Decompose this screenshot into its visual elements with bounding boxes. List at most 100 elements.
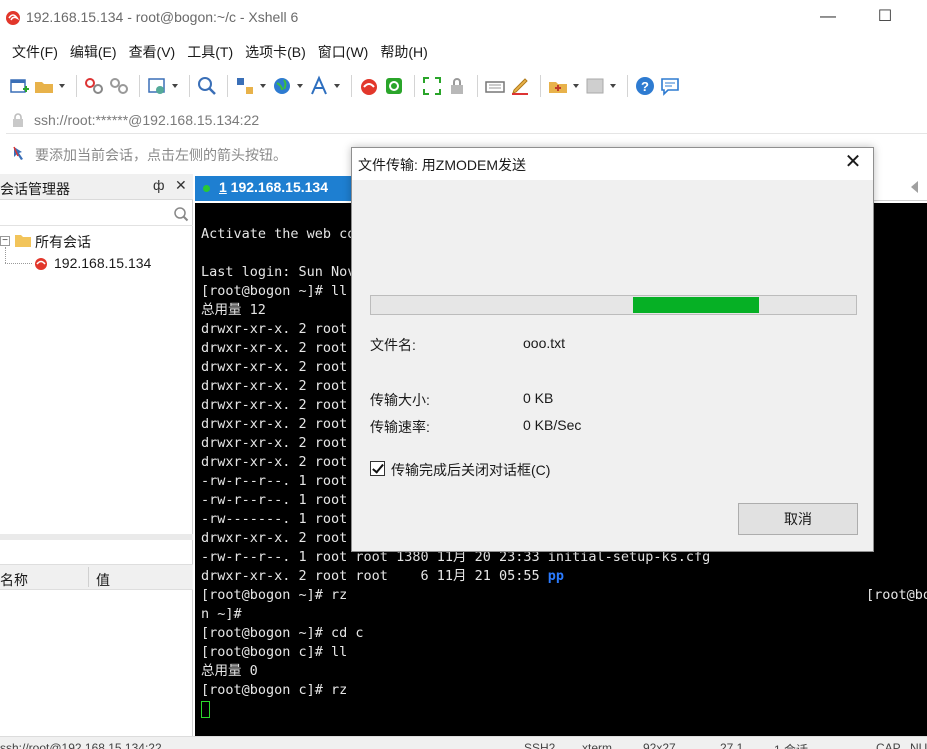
toolbar: ? bbox=[0, 68, 927, 104]
session-manager-header: 会话管理器 ф ✕ bbox=[0, 174, 193, 200]
help-icon[interactable]: ? bbox=[634, 75, 656, 97]
toolbar-separator bbox=[189, 75, 190, 97]
new-tab-icon[interactable] bbox=[547, 75, 569, 97]
terminal-line: -rw-r--r--. 1 root bbox=[201, 492, 348, 508]
session-search-row bbox=[0, 202, 193, 226]
window-title: 192.168.15.134 - root@bogon:~/c - Xshell… bbox=[26, 9, 299, 25]
terminal-line: drwxr-xr-x. 2 root bbox=[201, 416, 348, 432]
menu-window[interactable]: 窗口(W) bbox=[312, 42, 375, 62]
tab-session-1[interactable]: 1 192.168.15.134 bbox=[195, 176, 353, 201]
session-icon bbox=[35, 258, 47, 270]
add-session-arrow-icon[interactable] bbox=[12, 145, 28, 161]
globe-dropdown-arrow-icon[interactable] bbox=[296, 75, 304, 97]
dialog-close-button[interactable]: ✕ bbox=[842, 151, 864, 173]
address-lock-icon bbox=[13, 113, 23, 127]
terminal-line: -rw-------. 1 root bbox=[201, 511, 348, 527]
menu-file[interactable]: 文件(F) bbox=[6, 42, 64, 62]
hint-text: 要添加当前会话，点击左侧的箭头按钮。 bbox=[35, 147, 287, 163]
tab-label: 1 192.168.15.134 bbox=[219, 179, 329, 195]
highlight-icon[interactable] bbox=[509, 75, 531, 97]
terminal-line: -rw-r--r--. 1 root bbox=[201, 473, 348, 489]
terminal-line: Activate the web co bbox=[201, 226, 356, 242]
svg-text:?: ? bbox=[641, 79, 649, 94]
terminal-line: [root@bogon ~]# cd c bbox=[201, 625, 364, 641]
filename-value: ooo.txt bbox=[523, 335, 566, 351]
directory-name: pp bbox=[547, 568, 565, 584]
maximize-button[interactable]: ☐ bbox=[872, 6, 898, 28]
terminal-line: drwxr-xr-x. 2 root bbox=[201, 321, 348, 337]
terminal-line: Last login: Sun Nov bbox=[201, 264, 356, 280]
new-tab-dropdown-arrow-icon[interactable] bbox=[572, 75, 580, 97]
lock-icon[interactable] bbox=[446, 75, 468, 97]
xftp-icon[interactable] bbox=[358, 75, 380, 97]
tab-scroll-left-icon[interactable] bbox=[911, 181, 918, 193]
pin-icon[interactable]: ф bbox=[153, 177, 165, 193]
terminal-line: drwxr-xr-x. 2 root bbox=[201, 378, 348, 394]
terminal-line: drwxr-xr-x. 2 root bbox=[201, 340, 348, 356]
filename-label: 文件名: bbox=[370, 337, 416, 353]
toolbar-separator bbox=[477, 75, 478, 97]
menu-view[interactable]: 查看(V) bbox=[123, 42, 182, 62]
session-label: 192.168.15.134 bbox=[54, 255, 152, 271]
toolbar-separator bbox=[351, 75, 352, 97]
terminal-cursor bbox=[201, 701, 210, 718]
search-icon[interactable] bbox=[173, 206, 189, 222]
xshell-logo-icon bbox=[6, 11, 20, 25]
rate-label: 传输速率: bbox=[370, 419, 430, 435]
terminal-line: drwxr-xr-x. 2 root bbox=[201, 397, 348, 413]
disconnect-icon[interactable] bbox=[108, 75, 130, 97]
panel-splitter[interactable] bbox=[0, 534, 193, 540]
address-text: ssh://root:******@192.168.15.134:22 bbox=[34, 112, 260, 128]
layout-icon[interactable] bbox=[584, 75, 606, 97]
properties-dropdown-arrow-icon[interactable] bbox=[171, 75, 179, 97]
tree-expander[interactable]: − bbox=[0, 236, 10, 246]
column-divider[interactable] bbox=[88, 567, 89, 587]
new-session-icon[interactable] bbox=[8, 75, 30, 97]
keyboard-icon[interactable] bbox=[484, 75, 506, 97]
menu-help[interactable]: 帮助(H) bbox=[374, 42, 433, 62]
xmanager-icon[interactable] bbox=[383, 75, 405, 97]
terminal-line: [root@bogon c]# ll bbox=[201, 644, 348, 660]
toolbar-separator bbox=[414, 75, 415, 97]
menu-tools[interactable]: 工具(T) bbox=[181, 42, 239, 62]
layout-dropdown-arrow-icon[interactable] bbox=[609, 75, 617, 97]
column-name-header[interactable]: 名称 bbox=[0, 570, 28, 590]
folder-icon bbox=[15, 235, 31, 247]
tree-connector bbox=[5, 263, 32, 264]
font-dropdown-arrow-icon[interactable] bbox=[333, 75, 341, 97]
status-protocol: SSH2 bbox=[524, 741, 556, 749]
fullscreen-icon[interactable] bbox=[421, 75, 443, 97]
terminal-wrapped-fragment: [root@bo bbox=[866, 587, 927, 603]
cancel-button[interactable]: 取消 bbox=[738, 503, 858, 535]
session-search-input[interactable] bbox=[0, 204, 168, 224]
find-icon[interactable] bbox=[196, 75, 218, 97]
properties-icon[interactable] bbox=[146, 75, 168, 97]
transfer-dropdown-arrow-icon[interactable] bbox=[259, 75, 267, 97]
open-folder-icon[interactable] bbox=[33, 75, 55, 97]
globe-icon[interactable] bbox=[271, 75, 293, 97]
chat-icon[interactable] bbox=[659, 75, 681, 97]
terminal-line: drwxr-xr-x. 2 root bbox=[201, 454, 348, 470]
transfer-icon[interactable] bbox=[234, 75, 256, 97]
menu-edit[interactable]: 编辑(E) bbox=[64, 42, 123, 62]
toolbar-separator bbox=[76, 75, 77, 97]
open-dropdown-arrow-icon[interactable] bbox=[58, 75, 66, 97]
font-icon[interactable] bbox=[308, 75, 330, 97]
close-on-finish-label[interactable]: 传输完成后关闭对话框(C) bbox=[391, 460, 550, 480]
toolbar-separator bbox=[540, 75, 541, 97]
column-value-header[interactable]: 值 bbox=[96, 570, 110, 590]
address-bar[interactable]: ssh://root:******@192.168.15.134:22 bbox=[6, 106, 927, 134]
terminal-line: drwxr-xr-x. 2 root bbox=[201, 359, 348, 375]
properties-header: 名称 值 bbox=[0, 564, 193, 590]
zmodem-transfer-dialog: 文件传输: 用ZMODEM发送 ✕ 文件名: ooo.txt 传输大小: 0 K… bbox=[351, 147, 874, 552]
tree-folder-label: 所有会话 bbox=[35, 234, 91, 250]
close-panel-button[interactable]: ✕ bbox=[175, 177, 187, 194]
toolbar-separator bbox=[627, 75, 628, 97]
status-num: NUM bbox=[910, 741, 927, 749]
status-bar: ssh://root@192.168.15.134:22 SSH2 xterm … bbox=[0, 736, 927, 749]
menu-tabs[interactable]: 选项卡(B) bbox=[239, 42, 312, 62]
minimize-button[interactable]: — bbox=[815, 6, 841, 28]
reconnect-icon[interactable] bbox=[83, 75, 105, 97]
checkbox-checked-icon[interactable] bbox=[370, 461, 385, 476]
connected-status-icon bbox=[203, 185, 210, 192]
